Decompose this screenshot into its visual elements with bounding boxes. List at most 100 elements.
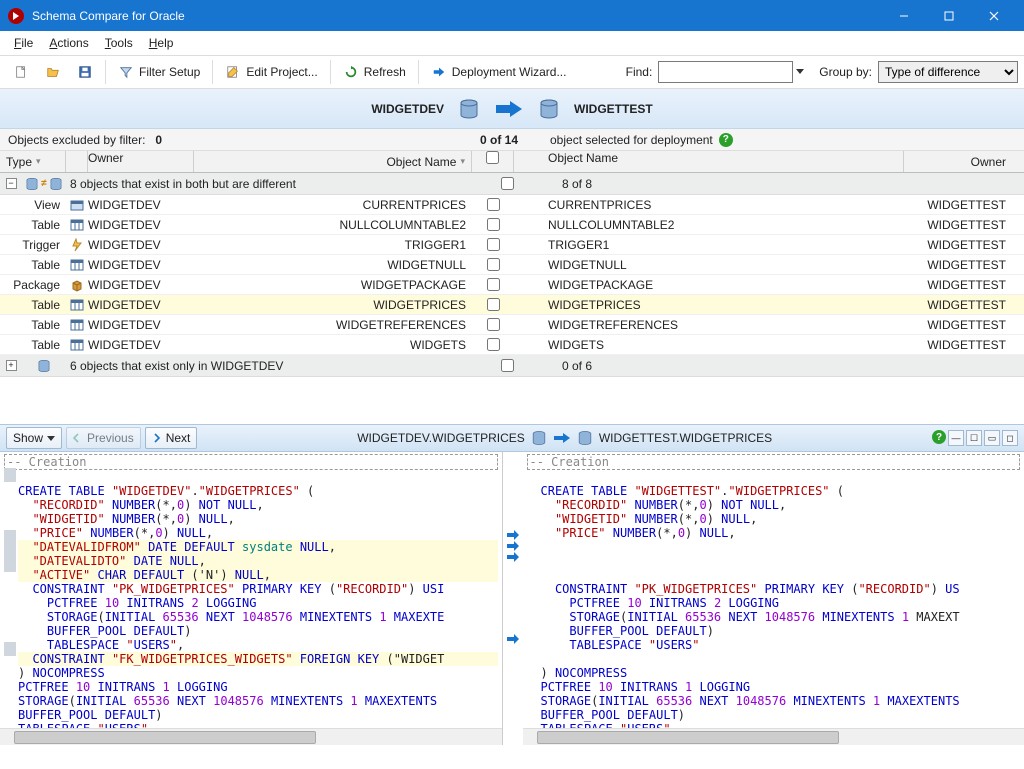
table-row[interactable]: TableWIDGETDEVWIDGETPRICESWIDGETPRICESWI… xyxy=(0,295,1024,315)
row-owner-right: WIDGETTEST xyxy=(904,278,1024,292)
group-diff-label: 8 objects that exist in both but are dif… xyxy=(66,177,466,191)
row-owner-right: WIDGETTEST xyxy=(904,218,1024,232)
header-checkbox[interactable] xyxy=(486,151,499,164)
expand-icon[interactable]: + xyxy=(6,360,17,371)
deploy-label: Deployment Wizard... xyxy=(452,65,567,79)
table-row[interactable]: TriggerWIDGETDEVTRIGGER1TRIGGER1WIDGETTE… xyxy=(0,235,1024,255)
group-diff-checkbox[interactable] xyxy=(501,177,514,190)
table-row[interactable]: TableWIDGETDEVWIDGETSWIDGETSWIDGETTEST xyxy=(0,335,1024,355)
pane-min-icon[interactable]: — xyxy=(948,430,964,446)
next-button[interactable]: Next xyxy=(145,427,198,449)
groupby-select[interactable]: Type of difference xyxy=(878,61,1018,83)
close-button[interactable] xyxy=(971,0,1016,31)
refresh-button[interactable]: Refresh xyxy=(336,59,413,85)
previous-button[interactable]: Previous xyxy=(66,427,141,449)
section-label-right: -- Creation xyxy=(527,454,1021,470)
row-checkbox[interactable] xyxy=(487,238,500,251)
row-checkbox[interactable] xyxy=(487,198,500,211)
row-owner-right: WIDGETTEST xyxy=(904,198,1024,212)
menu-actions[interactable]: Actions xyxy=(41,34,96,52)
row-type: Table xyxy=(0,298,66,312)
table-row[interactable]: ViewWIDGETDEVCURRENTPRICESCURRENTPRICESW… xyxy=(0,195,1024,215)
table-row[interactable]: TableWIDGETDEVWIDGETNULLWIDGETNULLWIDGET… xyxy=(0,255,1024,275)
row-object-left: WIDGETS xyxy=(194,338,472,352)
table-row[interactable]: TableWIDGETDEVWIDGETREFERENCESWIDGETREFE… xyxy=(0,315,1024,335)
pane-split-icon[interactable]: ▭ xyxy=(984,430,1000,446)
row-object-right: NULLCOLUMNTABLE2 xyxy=(514,218,904,232)
row-owner-left: WIDGETDEV xyxy=(88,218,194,232)
group-only-checkbox[interactable] xyxy=(501,359,514,372)
row-type: Table xyxy=(0,318,66,332)
col-owner-right[interactable]: Owner xyxy=(904,155,1024,169)
database-icon xyxy=(577,430,593,446)
app-icon xyxy=(8,8,24,24)
code-diff-area: -- Creation CREATE TABLE "WIDGETDEV"."WI… xyxy=(0,452,1024,745)
row-object-left: WIDGETNULL xyxy=(194,258,472,272)
code-pane-right[interactable]: -- Creation CREATE TABLE "WIDGETTEST"."W… xyxy=(523,452,1024,745)
filter-setup-label: Filter Setup xyxy=(139,65,200,79)
row-owner-left: WIDGETDEV xyxy=(88,338,194,352)
right-object-title: WIDGETTEST.WIDGETPRICES xyxy=(599,431,772,445)
row-type: Table xyxy=(0,258,66,272)
edit-project-label: Edit Project... xyxy=(246,65,317,79)
diff-header: Show Previous Next WIDGETDEV.WIDGETPRICE… xyxy=(0,424,1024,452)
database-icon xyxy=(538,98,560,120)
table-row[interactable]: TableWIDGETDEVNULLCOLUMNTABLE2NULLCOLUMN… xyxy=(0,215,1024,235)
row-checkbox[interactable] xyxy=(487,338,500,351)
pane-single-icon[interactable]: ☐ xyxy=(966,430,982,446)
col-owner-left[interactable]: Owner xyxy=(88,151,194,172)
col-objname-right[interactable]: Object Name xyxy=(514,151,904,172)
row-owner-right: WIDGETTEST xyxy=(904,238,1024,252)
selection-count: 0 of 14 xyxy=(480,133,550,147)
code-pane-left[interactable]: -- Creation CREATE TABLE "WIDGETDEV"."WI… xyxy=(0,452,503,745)
arrow-right-icon xyxy=(553,432,571,444)
group-row-only-source[interactable]: + 6 objects that exist only in WIDGETDEV… xyxy=(0,355,1024,377)
row-type-icon xyxy=(66,198,88,212)
open-button[interactable] xyxy=(38,59,68,85)
row-object-right: WIDGETPRICES xyxy=(514,298,904,312)
help-icon[interactable]: ? xyxy=(719,133,733,147)
table-row[interactable]: PackageWIDGETDEVWIDGETPACKAGEWIDGETPACKA… xyxy=(0,275,1024,295)
find-dropdown-button[interactable] xyxy=(793,59,807,85)
row-type-icon xyxy=(66,318,88,332)
menu-help[interactable]: Help xyxy=(141,34,182,52)
hscroll-right[interactable] xyxy=(523,728,1024,745)
group-diff-icon: ≠ xyxy=(22,177,66,191)
hscroll-left[interactable] xyxy=(0,728,502,745)
minimize-button[interactable] xyxy=(881,0,926,31)
pane-max-icon[interactable]: ◻ xyxy=(1002,430,1018,446)
deploy-button[interactable]: Deployment Wizard... xyxy=(424,59,574,85)
col-objname-left[interactable]: Object Name xyxy=(386,155,456,169)
row-checkbox[interactable] xyxy=(487,218,500,231)
menu-tools[interactable]: Tools xyxy=(97,34,141,52)
grid-body: − ≠ 8 objects that exist in both but are… xyxy=(0,173,1024,424)
row-checkbox[interactable] xyxy=(487,298,500,311)
row-object-right: WIDGETNULL xyxy=(514,258,904,272)
row-type-icon xyxy=(66,258,88,272)
maximize-button[interactable] xyxy=(926,0,971,31)
row-checkbox[interactable] xyxy=(487,278,500,291)
new-button[interactable] xyxy=(6,59,36,85)
col-type[interactable]: Type xyxy=(6,155,32,169)
row-checkbox[interactable] xyxy=(487,258,500,271)
save-icon xyxy=(77,64,93,80)
row-object-left: WIDGETPACKAGE xyxy=(194,278,472,292)
show-dropdown[interactable]: Show xyxy=(6,427,62,449)
row-owner-right: WIDGETTEST xyxy=(904,338,1024,352)
help-icon[interactable]: ? xyxy=(932,430,946,444)
direction-arrow-icon xyxy=(494,99,524,119)
window-title: Schema Compare for Oracle xyxy=(32,9,881,23)
row-type-icon xyxy=(66,238,88,252)
filter-setup-button[interactable]: Filter Setup xyxy=(111,59,207,85)
save-button[interactable] xyxy=(70,59,100,85)
row-owner-left: WIDGETDEV xyxy=(88,298,194,312)
filter-icon xyxy=(118,64,134,80)
row-owner-right: WIDGETTEST xyxy=(904,318,1024,332)
edit-project-button[interactable]: Edit Project... xyxy=(218,59,324,85)
row-checkbox[interactable] xyxy=(487,318,500,331)
collapse-icon[interactable]: − xyxy=(6,178,17,189)
group-only-label: 6 objects that exist only in WIDGETDEV xyxy=(66,359,466,373)
group-row-different[interactable]: − ≠ 8 objects that exist in both but are… xyxy=(0,173,1024,195)
menu-file[interactable]: File xyxy=(6,34,41,52)
find-input[interactable] xyxy=(658,61,793,83)
